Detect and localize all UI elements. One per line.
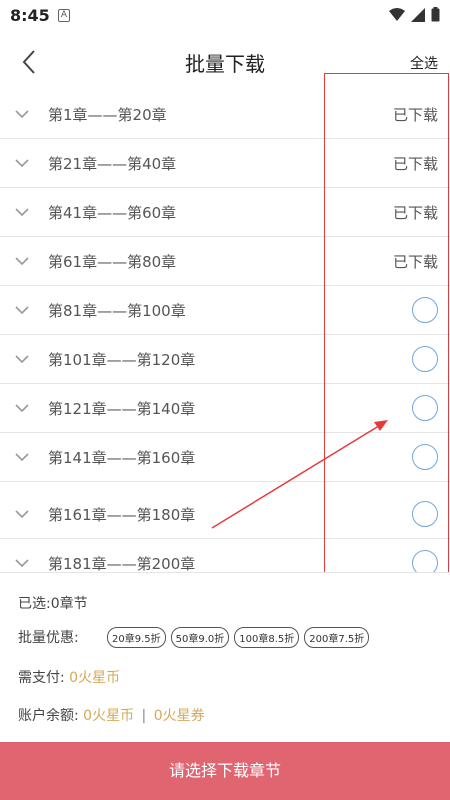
chapter-list: 第1章——第20章 已下载 第21章——第40章 已下载 第41章——第60章 …: [0, 90, 450, 572]
chapter-row[interactable]: 第161章——第180章: [0, 490, 450, 539]
downloaded-status: 已下载: [392, 155, 438, 173]
chevron-down-icon[interactable]: [14, 206, 30, 218]
chapter-row[interactable]: 第1章——第20章 已下载: [0, 90, 450, 139]
chapter-row[interactable]: 第21章——第40章 已下载: [0, 139, 450, 188]
promo-chips: 20章9.5折 50章9.0折 100章8.5折 200章7.5折: [107, 627, 370, 648]
chapter-range-label: 第121章——第140章: [48, 400, 196, 418]
chapter-row[interactable]: 第141章——第160章: [0, 433, 450, 482]
chapter-row[interactable]: 第121章——第140章: [0, 384, 450, 433]
chevron-down-icon[interactable]: [14, 508, 30, 520]
chevron-down-icon[interactable]: [14, 108, 30, 120]
balance-coins: 0火星币: [83, 708, 135, 724]
chapter-range-label: 第1章——第20章: [48, 106, 167, 124]
chapter-row[interactable]: 第101章——第120章: [0, 335, 450, 384]
downloaded-status: 已下载: [392, 204, 438, 222]
status-time: 8:45: [10, 6, 50, 25]
balance-label: 账户余额:: [18, 708, 79, 724]
select-radio[interactable]: [412, 501, 438, 527]
signal-icon: [411, 7, 425, 22]
chapter-row[interactable]: 第81章——第100章: [0, 286, 450, 335]
chapter-range-label: 第61章——第80章: [48, 253, 177, 271]
select-radio[interactable]: [412, 346, 438, 372]
page-title: 批量下载: [185, 52, 265, 76]
chapter-row[interactable]: 第41章——第60章 已下载: [0, 188, 450, 237]
balance-row: 账户余额: 0火星币 | 0火星券: [18, 705, 205, 725]
chevron-down-icon[interactable]: [14, 353, 30, 365]
select-all-button[interactable]: 全选: [410, 53, 438, 73]
selected-count: 已选:0章节: [18, 596, 88, 612]
balance-vouchers: 0火星券: [153, 708, 205, 724]
select-radio[interactable]: [412, 444, 438, 470]
payment-row: 需支付: 0火星币: [18, 667, 120, 687]
promo-chip[interactable]: 50章9.0折: [170, 627, 230, 648]
chapter-range-label: 第41章——第60章: [48, 204, 177, 222]
chapter-range-label: 第81章——第100章: [48, 302, 186, 320]
pay-label: 需支付:: [18, 670, 65, 686]
select-radio[interactable]: [412, 395, 438, 421]
wifi-icon: [389, 7, 405, 21]
chevron-down-icon[interactable]: [14, 451, 30, 463]
promo-chip[interactable]: 20章9.5折: [107, 627, 166, 648]
promo-label: 批量优惠:: [18, 630, 79, 646]
pay-amount: 0火星币: [69, 670, 121, 686]
downloaded-status: 已下载: [392, 106, 438, 124]
promo-chip[interactable]: 200章7.5折: [304, 627, 370, 648]
status-bar: 8:45 A: [0, 0, 450, 32]
chapter-row[interactable]: 第61章——第80章 已下载: [0, 237, 450, 286]
chevron-down-icon[interactable]: [14, 157, 30, 169]
summary-panel: 已选:0章节 批量优惠: 20章9.5折 50章9.0折 100章8.5折 20…: [0, 572, 450, 742]
chapter-range-label: 第141章——第160章: [48, 449, 196, 467]
downloaded-status: 已下载: [392, 253, 438, 271]
chevron-down-icon[interactable]: [14, 255, 30, 267]
status-icons: [389, 7, 440, 22]
balance-separator: |: [141, 708, 147, 724]
chapter-range-label: 第21章——第40章: [48, 155, 177, 173]
chapter-range-label: 第101章——第120章: [48, 351, 196, 369]
chapter-row[interactable]: 第181章——第200章: [0, 539, 450, 572]
chapter-range-label: 第161章——第180章: [48, 506, 196, 524]
chevron-down-icon[interactable]: [14, 402, 30, 414]
chevron-down-icon[interactable]: [14, 304, 30, 316]
select-radio[interactable]: [412, 297, 438, 323]
chapter-range-label: 第181章——第200章: [48, 555, 196, 572]
battery-icon: [431, 7, 440, 22]
notification-icon: A: [58, 9, 70, 22]
header: 批量下载 全选: [0, 32, 450, 90]
promo-chip[interactable]: 100章8.5折: [234, 627, 300, 648]
download-button[interactable]: 请选择下载章节: [0, 742, 450, 800]
chevron-down-icon[interactable]: [14, 557, 30, 569]
select-radio[interactable]: [412, 550, 438, 572]
